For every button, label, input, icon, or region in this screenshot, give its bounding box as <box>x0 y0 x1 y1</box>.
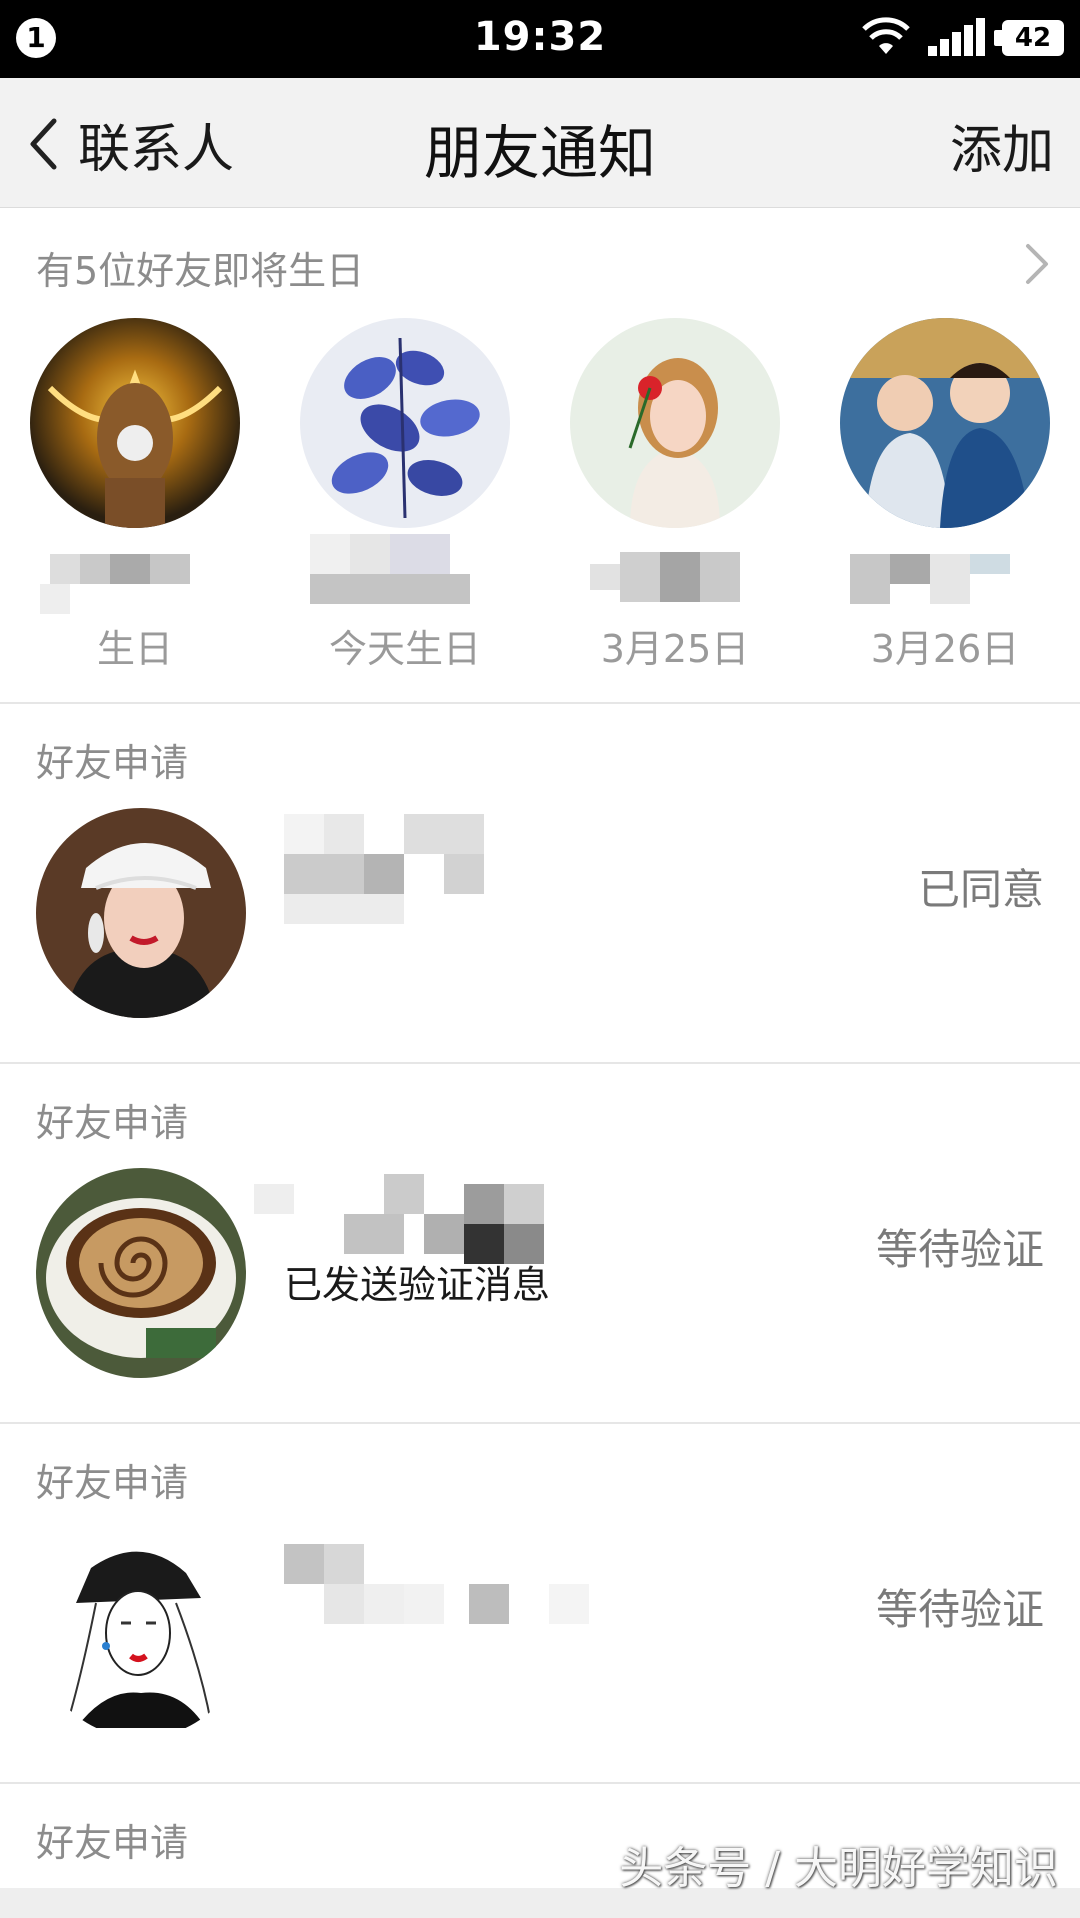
birthday-section: 有5位好友即将生日 生日 今天生日 3月25日 3月26日 <box>0 208 1080 704</box>
birthday-friend[interactable]: 今天生日 <box>300 318 510 698</box>
avatar <box>36 808 246 1018</box>
page-title: 朋友通知 <box>423 119 656 187</box>
blurred-name <box>284 1534 589 1624</box>
battery-indicator: 42 <box>994 20 1064 56</box>
birthday-friend[interactable]: 3月25日 <box>570 318 780 698</box>
watermark: 头条号 / 大明好学知识 <box>619 1843 1058 1894</box>
avatar <box>36 1528 246 1738</box>
status-time: 19:32 <box>473 14 607 60</box>
birthday-date: 3月26日 <box>870 627 1020 671</box>
birthday-friend[interactable]: 生日 <box>30 318 240 698</box>
request-label: 好友申请 <box>36 1101 189 1145</box>
birthday-date: 生日 <box>96 627 173 671</box>
birthday-date: 3月25日 <box>600 627 750 671</box>
status-bar: 1 19:32 42 <box>0 0 1080 78</box>
request-message: 已发送验证消息 <box>284 1263 551 1307</box>
avatar <box>30 318 240 528</box>
friend-request-row[interactable]: 好友申请 已发送验证消息 等待验证 <box>0 1064 1080 1424</box>
request-status: 等待验证 <box>875 1585 1044 1634</box>
add-button[interactable]: 添加 <box>950 108 1054 183</box>
avatar <box>300 318 510 528</box>
request-label: 好友申请 <box>36 1461 189 1505</box>
avatar <box>36 1168 246 1378</box>
blurred-name <box>254 1174 584 1264</box>
blurred-name <box>40 554 230 614</box>
request-status: 等待验证 <box>875 1225 1044 1274</box>
blurred-name <box>310 534 500 614</box>
request-label: 好友申请 <box>36 1821 189 1865</box>
friend-request-row[interactable]: 好友申请 已同意 <box>0 704 1080 1064</box>
blurred-name <box>284 814 584 924</box>
birthday-header[interactable]: 有5位好友即将生日 <box>36 240 364 295</box>
nav-bar: 联系人 朋友通知 添加 <box>0 78 1080 208</box>
request-status: 已同意 <box>917 865 1044 914</box>
signal-icon <box>928 18 985 56</box>
request-label: 好友申请 <box>36 741 189 785</box>
birthday-date: 今天生日 <box>328 627 481 671</box>
blurred-name <box>850 554 1040 614</box>
wifi-icon <box>862 17 910 54</box>
avatar <box>570 318 780 528</box>
blurred-name <box>580 552 770 614</box>
chevron-right-icon[interactable] <box>1024 242 1050 286</box>
birthday-friend[interactable]: 3月26日 <box>840 318 1050 698</box>
friend-request-row[interactable]: 好友申请 等待验证 <box>0 1424 1080 1784</box>
avatar <box>840 318 1050 528</box>
